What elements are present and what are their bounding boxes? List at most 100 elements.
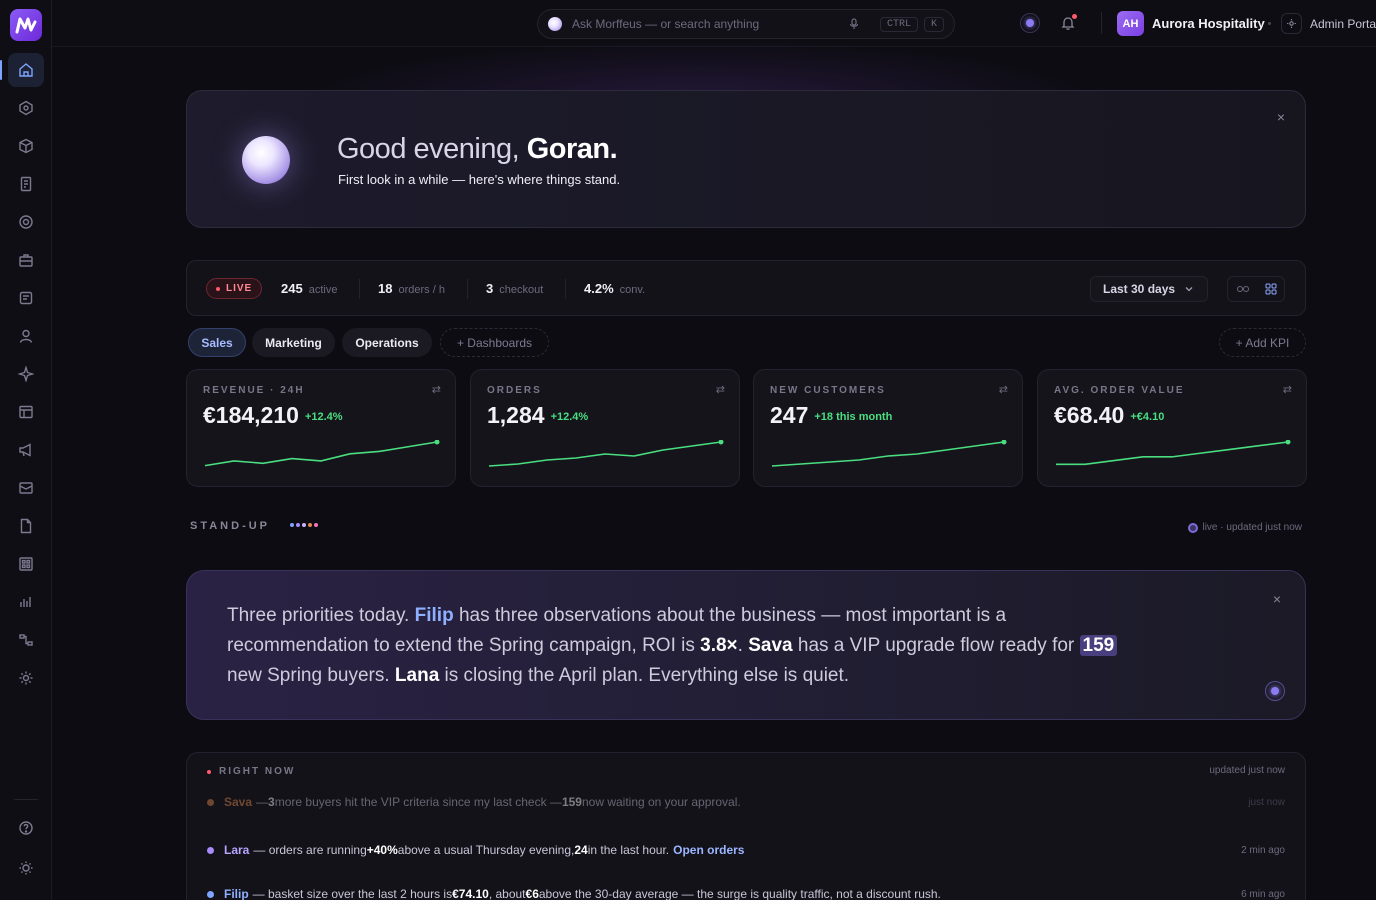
help-icon[interactable] <box>8 811 44 845</box>
kpi-card-avg-order-value[interactable]: AVG. ORDER VALUE €68.40 +€4.10 ⇄ <box>1037 369 1307 487</box>
sparkline <box>204 440 440 467</box>
activity-row[interactable]: Filip — basket size over the last 2 hour… <box>207 887 1285 900</box>
sparkline-path <box>1056 441 1289 466</box>
chart-icon[interactable] <box>8 585 44 619</box>
standup-label: STAND-UP <box>190 520 271 532</box>
file-icon[interactable] <box>8 509 44 543</box>
document-icon[interactable] <box>8 167 44 201</box>
app-logo[interactable] <box>10 9 42 41</box>
date-range-label: Last 30 days <box>1103 282 1176 296</box>
list-view-icon[interactable] <box>1236 284 1250 294</box>
org-avatar[interactable]: AH <box>1117 11 1144 36</box>
stat-divider <box>565 279 566 299</box>
agent-name-lana[interactable]: Lana <box>395 665 439 686</box>
sparkline-end-point <box>718 440 724 445</box>
tab-marketing[interactable]: Marketing <box>252 328 335 357</box>
grid-icon[interactable] <box>8 547 44 581</box>
agent-name-filip[interactable]: Filip <box>415 605 454 626</box>
assistant-button[interactable] <box>1265 681 1285 701</box>
ticket-icon[interactable] <box>8 471 44 505</box>
agent-dot <box>314 523 318 527</box>
sparkline <box>488 440 724 467</box>
stat-orders: 18 orders / h <box>378 281 445 296</box>
agent-name: Filip <box>224 887 249 900</box>
agent-dot <box>308 523 312 527</box>
sparkline-path <box>488 441 722 467</box>
assistant-orb <box>242 136 290 184</box>
add-kpi-button[interactable]: + Add KPI <box>1219 328 1306 357</box>
box-icon[interactable] <box>8 129 44 163</box>
sparkline-path <box>771 441 1005 467</box>
org-name[interactable]: Aurora Hospitality <box>1152 16 1265 31</box>
settings-icon[interactable] <box>8 661 44 695</box>
greeting-card: Good evening, Goran. First look in a whi… <box>186 90 1306 228</box>
tab-operations[interactable]: Operations <box>342 328 432 357</box>
assistant-button[interactable] <box>1020 13 1040 33</box>
globe-icon[interactable] <box>8 205 44 239</box>
kpi-label: NEW CUSTOMERS <box>770 385 886 396</box>
user-icon[interactable] <box>8 319 44 353</box>
kpi-card-orders[interactable]: ORDERS 1,284 +12.4% ⇄ <box>470 369 740 487</box>
live-stats-bar: LIVE 245 active 18 orders / h 3 checkout 4.… <box>186 260 1306 316</box>
sidebar <box>0 0 52 900</box>
kpi-label: AVG. ORDER VALUE <box>1054 385 1185 396</box>
greeting-prefix: Good evening, <box>337 133 520 165</box>
sparkline-end-point <box>1285 440 1291 445</box>
stat-checkout: 3 checkout <box>486 281 544 296</box>
swap-icon[interactable]: ⇄ <box>432 383 441 396</box>
megaphone-icon[interactable] <box>8 433 44 467</box>
live-indicator-icon <box>1188 522 1199 533</box>
topbar-divider <box>1101 12 1102 34</box>
list-icon[interactable] <box>8 281 44 315</box>
agent-dots <box>290 523 318 527</box>
search-input[interactable] <box>572 17 848 31</box>
swap-icon[interactable]: ⇄ <box>1283 383 1292 396</box>
kpi-value: €184,210 +12.4% <box>203 402 343 428</box>
briefcase-icon[interactable] <box>8 243 44 277</box>
right-now-updated: updated just now <box>1209 765 1285 776</box>
swap-icon[interactable]: ⇄ <box>716 383 725 396</box>
microphone-icon[interactable] <box>848 18 860 30</box>
kpi-card-revenue[interactable]: REVENUE · 24H €184,210 +12.4% ⇄ <box>186 369 456 487</box>
activity-row[interactable]: Lara — orders are running +40% above a u… <box>207 843 1285 857</box>
grid-view-icon[interactable] <box>1265 283 1277 295</box>
flow-icon[interactable] <box>8 623 44 657</box>
hexagon-icon[interactable] <box>8 91 44 125</box>
right-now-label: RIGHT NOW <box>207 766 295 777</box>
timestamp: 2 min ago <box>1241 844 1285 856</box>
kpi-value: 247 +18 this month <box>770 402 893 428</box>
sidebar-divider <box>14 799 38 800</box>
agent-dot <box>207 846 214 854</box>
standup-card: Three priorities today. Filip has three … <box>186 570 1306 720</box>
separator-dot <box>1268 22 1271 25</box>
agent-dot <box>296 523 300 527</box>
portal-gear-icon[interactable] <box>1281 13 1302 34</box>
admin-portal-link[interactable]: Admin Portal <box>1310 17 1376 31</box>
standup-live-note: live · updated just now <box>1188 522 1302 533</box>
shortcut-ctrl: CTRL <box>879 16 918 32</box>
home-icon[interactable] <box>0 53 44 87</box>
tab-sales[interactable]: Sales <box>188 328 246 357</box>
date-range-select[interactable]: Last 30 days <box>1090 276 1208 302</box>
kpi-card-new-customers[interactable]: NEW CUSTOMERS 247 +18 this month ⇄ <box>753 369 1023 487</box>
agent-dot <box>302 523 306 527</box>
sparkline <box>771 440 1007 467</box>
kpi-value: €68.40 +€4.10 <box>1054 402 1165 428</box>
live-badge: LIVE <box>206 278 263 299</box>
greeting-subtitle: First look in a while — here's where thi… <box>338 172 621 187</box>
sparkline-end-point <box>1001 440 1007 445</box>
table-icon[interactable] <box>8 395 44 429</box>
swap-icon[interactable]: ⇄ <box>999 383 1008 396</box>
greeting-name: Goran. <box>526 133 618 165</box>
close-icon[interactable]: × <box>1277 109 1285 125</box>
close-icon[interactable]: × <box>1273 591 1281 607</box>
view-toggle[interactable] <box>1227 276 1285 302</box>
sparkline-path <box>204 441 438 467</box>
sparkle-icon[interactable] <box>8 357 44 391</box>
activity-row[interactable]: Sava — 3 more buyers hit the VIP criteri… <box>207 795 1285 809</box>
add-dashboard-button[interactable]: + Dashboards <box>440 328 549 357</box>
agent-name-sava[interactable]: Sava <box>748 635 792 656</box>
theme-icon[interactable] <box>8 851 44 885</box>
open-orders-link[interactable]: Open orders <box>673 843 744 857</box>
search-bar[interactable]: CTRL K <box>537 9 955 39</box>
